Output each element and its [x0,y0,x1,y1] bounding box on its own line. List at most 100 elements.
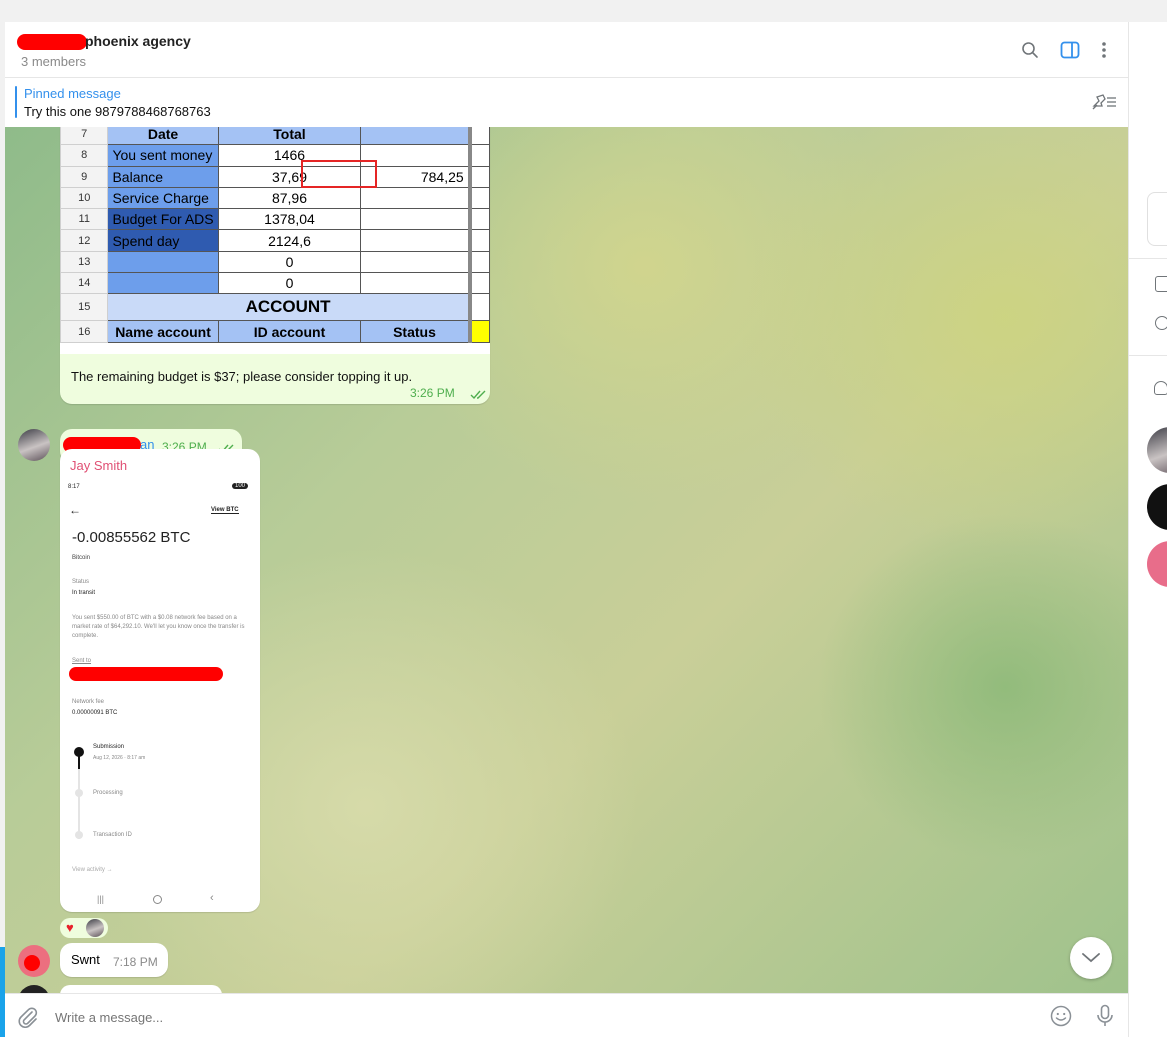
sheet-cell [360,272,471,295]
member-avatar[interactable] [1147,484,1167,530]
row-number: 12 [60,229,109,252]
emoji-icon[interactable] [1050,1005,1072,1032]
members-icon [1154,381,1167,395]
sheet-cell [360,186,471,210]
sheet-edge-cell [467,250,490,274]
sheet-row: 13 0 [60,250,490,274]
step-transaction-id: Transaction ID [93,832,132,838]
microphone-icon[interactable] [1096,1004,1114,1033]
sheet-cell [360,229,471,252]
sheet-row: 10 Service Charge 87,96 [60,186,490,210]
row-number: 7 [60,127,109,146]
text-message-partial[interactable] [60,985,222,993]
step-submission-date: Aug 12, 2026 · 8:17 am [93,755,146,761]
sheet-cell: 0 [217,250,362,274]
sheet-edge-cell [467,144,490,167]
chat-panel: phoenix agency 3 members Pinned message … [5,22,1128,1037]
row-number: 9 [60,165,109,188]
redacted-mark [17,34,87,50]
text-message[interactable]: Swnt 7:18 PM [60,943,168,977]
pinned-message-bar[interactable]: Pinned message Try this one 987978846876… [5,78,1128,128]
sheet-cell: ID account [217,320,362,343]
search-icon[interactable] [1018,38,1042,62]
avatar[interactable] [18,429,50,461]
reaction-avatar [86,919,104,937]
step-submission: Submission [93,744,125,750]
attach-icon[interactable] [17,1006,39,1033]
pinned-text: Try this one 9879788468768763 [24,104,211,119]
back-arrow-icon: ← [69,503,81,517]
sheet-cell: 2124,6 [217,229,362,252]
reaction-bar[interactable]: ♥ [60,918,108,938]
sheet-row: 9 Balance 37,69 784,25 [60,165,490,188]
sent-to-label: Sent to [72,658,92,664]
account-heading: ACCOUNT [107,293,471,322]
message-input[interactable] [53,1004,1017,1030]
step-dot [75,831,83,839]
leave-icon[interactable] [1155,316,1167,330]
message-composer[interactable] [5,993,1128,1037]
sheet-edge-cell [467,293,490,322]
sheet-edge-cell [467,186,490,210]
row-number: 14 [60,272,109,295]
sheet-edge-cell [467,208,490,231]
sheet-cell: Balance [107,165,219,188]
status-label: Status [72,579,90,585]
nav-home-icon [153,895,162,904]
window-accent [0,947,5,1037]
chat-header[interactable]: phoenix agency 3 members [5,22,1128,78]
sheet-cell: Budget For ADS [107,208,219,231]
message-area[interactable]: 7 Date Total 8 You sent money 1466 9 Balance 37,… [5,127,1128,993]
transfer-description: You sent $550.00 of BTC with a $0.08 net… [72,615,245,639]
sheet-row: 14 0 [60,272,490,295]
chat-title[interactable]: phoenix agency [85,33,191,49]
sheet-row: 7 Date Total [60,127,490,146]
sheet-row: 16 Name account ID account Status [60,320,490,343]
sidebar-toggle-icon[interactable] [1058,38,1082,62]
message-text: Swnt [71,952,100,967]
side-panel [1128,22,1167,1037]
member-avatar[interactable] [1147,427,1167,473]
sheet-cell [360,250,471,274]
member-avatar[interactable] [1147,541,1167,587]
pinned-list-icon[interactable] [1090,92,1118,117]
chart-icon[interactable] [1155,276,1167,292]
phone-status-time: 8:17 [68,484,80,490]
sheet-edge-cell [467,229,490,252]
spreadsheet-image[interactable]: 7 Date Total 8 You sent money 1466 9 Balance 37,… [60,127,490,354]
more-icon[interactable] [1092,38,1116,62]
sheet-cell: Total [217,127,362,146]
chevron-down-icon [1082,953,1100,963]
message-time: 7:18 PM [113,955,158,969]
read-checks-icon [470,387,488,405]
sender-name[interactable]: Jay Smith [70,458,127,473]
status-value: In transit [72,590,96,596]
avatar[interactable] [18,945,50,977]
asset-name: Bitcoin [72,555,91,561]
photo-message[interactable]: Jay Smith 8:17 100 ← View BTC -0.0085556… [60,449,260,912]
step-processing: Processing [93,790,123,796]
network-fee-label: Network fee [72,699,105,705]
highlight-box [301,160,377,188]
sheet-cell: 1378,04 [217,208,362,231]
pinned-title: Pinned message [24,86,121,101]
sheet-row: 12 Spend day 2124,6 [60,229,490,252]
nav-recents-icon: ||| [97,894,105,904]
sheet-cell: 87,96 [217,186,362,210]
view-activity-link: View activity → [72,867,113,873]
sheet-edge-cell [467,320,490,343]
avatar[interactable] [18,985,50,993]
top-strip [0,0,1167,22]
spreadsheet-message[interactable]: 7 Date Total 8 You sent money 1466 9 Balance 37,… [60,127,490,404]
row-number: 16 [60,320,109,343]
step-dot [75,789,83,797]
sheet-row: 15 ACCOUNT [60,293,490,322]
sheet-cell: Status [360,320,471,343]
row-number: 8 [60,144,109,167]
scroll-down-button[interactable] [1070,937,1112,979]
pinned-indicator [15,86,17,118]
heart-icon[interactable]: ♥ [66,920,74,935]
panel-divider [1129,258,1167,259]
sheet-cell: You sent money [107,144,219,167]
sheet-cell [360,127,471,146]
